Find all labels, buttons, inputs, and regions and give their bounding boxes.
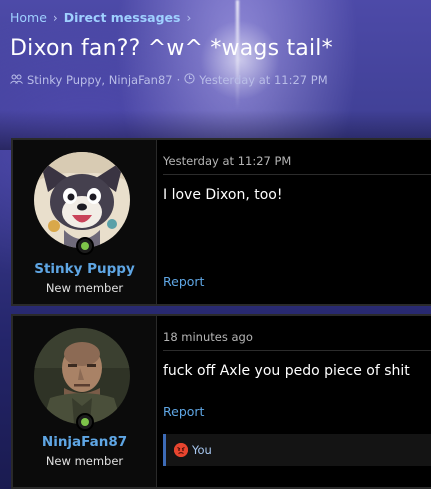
username[interactable]: Stinky Puppy: [13, 261, 156, 277]
meta-separator: ·: [176, 73, 181, 87]
message-timestamp[interactable]: 18 minutes ago: [163, 330, 253, 344]
conversation-timestamp[interactable]: Yesterday at 11:27 PM: [199, 73, 327, 87]
online-status-indicator: [76, 413, 94, 431]
breadcrumb-separator: ›: [52, 10, 58, 25]
report-link[interactable]: Report: [163, 274, 204, 289]
user-title: New member: [45, 281, 124, 295]
breadcrumb-home[interactable]: Home: [10, 10, 47, 25]
message-user-pane: NinjaFan87 New member: [13, 316, 157, 487]
breadcrumb-direct-messages[interactable]: Direct messages: [64, 10, 181, 25]
message-divider: [163, 174, 431, 175]
reaction-user-list[interactable]: You: [192, 443, 212, 457]
page-title: Dixon fan?? ^w^ *wags tail*: [10, 36, 333, 61]
users-icon: [10, 73, 23, 87]
clock-icon: [184, 73, 195, 87]
online-status-indicator: [76, 237, 94, 255]
breadcrumb: Home › Direct messages ›: [10, 10, 197, 25]
report-link[interactable]: Report: [163, 404, 204, 419]
message-text: fuck off Axle you pedo piece of shit: [163, 363, 410, 379]
username[interactable]: NinjaFan87: [13, 434, 156, 450]
breadcrumb-separator: ›: [186, 10, 192, 25]
participants-list[interactable]: Stinky Puppy, NinjaFan87: [27, 73, 173, 87]
message-user-pane: Stinky Puppy New member: [13, 140, 157, 304]
message-timestamp[interactable]: Yesterday at 11:27 PM: [163, 154, 291, 168]
avatar[interactable]: [34, 152, 130, 248]
conversation-meta: Stinky Puppy, NinjaFan87 · Yesterday at …: [10, 73, 328, 87]
reaction-bar[interactable]: You: [163, 434, 431, 466]
user-title: New member: [45, 454, 124, 468]
avatar[interactable]: [34, 328, 130, 424]
message-divider: [163, 350, 431, 351]
message-text: I love Dixon, too!: [163, 187, 283, 203]
message-content: Yesterday at 11:27 PM I love Dixon, too!…: [163, 140, 431, 304]
angry-face-icon: [174, 443, 188, 457]
message-post: Stinky Puppy New member Yesterday at 11:…: [11, 138, 431, 306]
message-content: 18 minutes ago fuck off Axle you pedo pi…: [163, 316, 431, 487]
message-post: NinjaFan87 New member 18 minutes ago fuc…: [11, 314, 431, 489]
